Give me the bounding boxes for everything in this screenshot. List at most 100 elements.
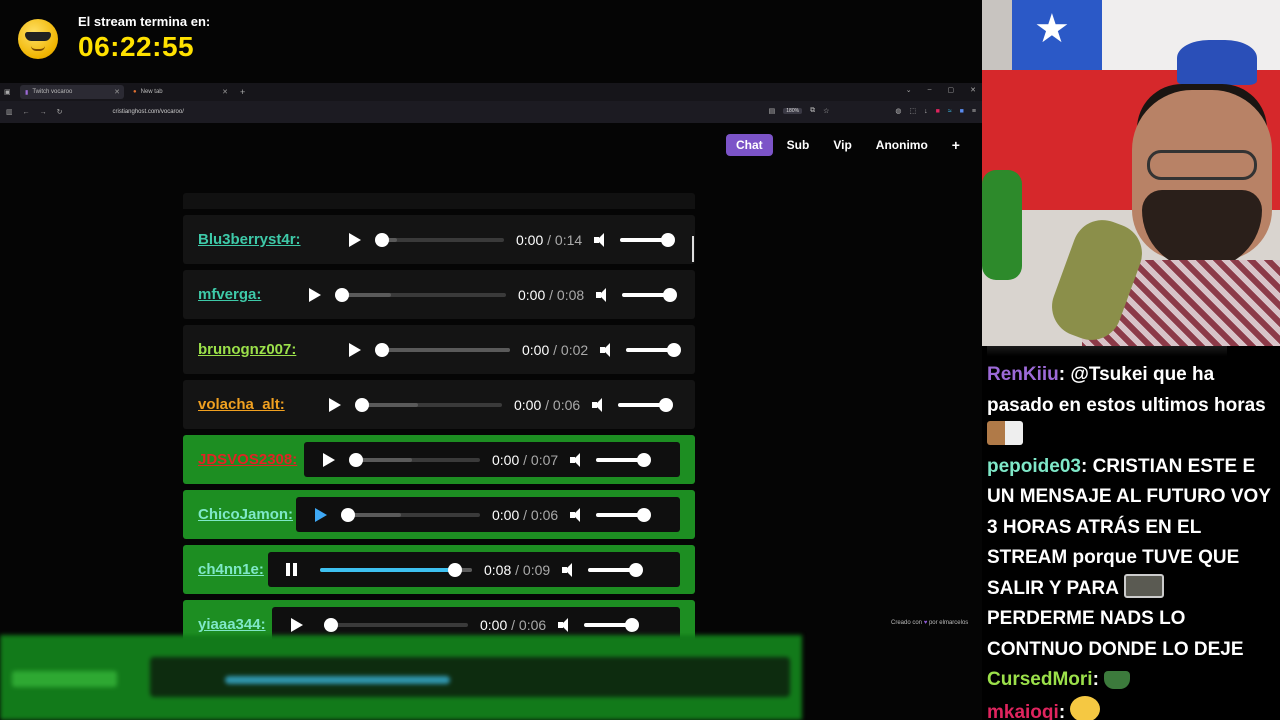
chevron-down-icon[interactable]: ⌄ (906, 86, 912, 94)
volume-handle[interactable] (663, 287, 678, 302)
seek-slider[interactable] (375, 232, 504, 247)
entry-username[interactable]: brunognz007: (198, 341, 296, 358)
close-tab-icon[interactable]: ✕ (222, 88, 228, 96)
chat-username[interactable]: mkaioqi (987, 702, 1059, 720)
seek-handle[interactable] (375, 232, 389, 247)
zoom-level[interactable]: 180% (783, 108, 803, 114)
extension-icon[interactable]: ⬚ (909, 107, 916, 115)
play-icon[interactable] (308, 287, 321, 302)
play-icon[interactable] (328, 397, 341, 412)
new-tab-icon[interactable]: + (240, 87, 245, 97)
entry-username[interactable]: mfverga: (198, 286, 261, 303)
translate-icon[interactable]: ⧉ (810, 107, 815, 115)
chat-username[interactable]: pepoide03 (987, 456, 1081, 477)
seek-slider[interactable] (320, 562, 472, 577)
seek-slider[interactable] (324, 617, 468, 632)
close-window-icon[interactable]: ✕ (970, 86, 976, 94)
seek-slider[interactable] (335, 287, 506, 302)
seek-handle[interactable] (355, 397, 369, 412)
reload-icon[interactable]: ↻ (57, 108, 63, 116)
current-time: 0:00 (480, 616, 508, 633)
entry-username[interactable]: volacha_alt: (198, 396, 285, 413)
entry-username[interactable]: ch4nn1e: (198, 561, 264, 578)
time-readout: 0:00 / 0:08 (518, 286, 585, 303)
seek-slider[interactable] (375, 342, 510, 357)
minimize-icon[interactable]: – (928, 86, 932, 94)
volume-icon[interactable] (594, 232, 608, 247)
entry-username[interactable]: ChicoJamon: (198, 506, 293, 523)
time-readout: 0:00 / 0:06 (492, 506, 559, 523)
bookmark-star-icon[interactable]: ☆ (823, 107, 829, 115)
menu-icon[interactable]: ≡ (972, 108, 976, 115)
seek-handle[interactable] (341, 507, 355, 522)
volume-handle[interactable] (667, 342, 682, 357)
forward-icon[interactable]: → (40, 109, 47, 116)
filter-anonimo[interactable]: Anonimo (866, 134, 938, 156)
seek-handle[interactable] (335, 287, 349, 302)
volume-slider[interactable] (622, 287, 678, 302)
sidebar-icon[interactable]: ▥ (6, 108, 13, 116)
filter-vip[interactable]: Vip (823, 134, 861, 156)
volume-handle[interactable] (629, 562, 644, 577)
volume-slider[interactable] (626, 342, 682, 357)
close-tab-icon[interactable]: ✕ (114, 88, 120, 96)
filter-add-button[interactable]: + (942, 134, 970, 156)
tab-list-icon[interactable]: ▣ (4, 88, 16, 96)
volume-icon[interactable] (570, 507, 584, 522)
volume-handle[interactable] (625, 617, 640, 632)
volume-slider[interactable] (618, 397, 674, 412)
volume-slider[interactable] (620, 232, 676, 247)
filter-sub[interactable]: Sub (777, 134, 820, 156)
volume-slider[interactable] (588, 562, 644, 577)
seek-slider[interactable] (349, 452, 480, 467)
extension-blue-icon[interactable]: ■ (960, 108, 964, 115)
volume-icon[interactable] (592, 397, 606, 412)
shield-icon[interactable]: ◍ (895, 107, 901, 115)
tab-twitch-vocaroo[interactable]: ▮ Twitch vocaroo ✕ (20, 85, 124, 99)
back-icon[interactable]: ← (23, 109, 30, 116)
chat-username[interactable]: RenKiiu (987, 364, 1059, 385)
audio-player: 0:00 / 0:02 (330, 332, 682, 367)
seek-handle[interactable] (375, 342, 389, 357)
entry-username[interactable]: JDSVOS2308: (198, 451, 297, 468)
seek-handle[interactable] (324, 617, 339, 632)
pause-icon[interactable] (286, 563, 298, 576)
play-icon[interactable] (290, 617, 303, 632)
filter-chat[interactable]: Chat (726, 134, 773, 156)
cat-emote-icon (987, 421, 1023, 445)
volume-slider[interactable] (596, 507, 652, 522)
seek-slider[interactable] (355, 397, 502, 412)
reader-view-icon[interactable]: ▤ (769, 107, 776, 115)
maximize-icon[interactable]: ▢ (948, 86, 955, 94)
play-icon[interactable] (348, 232, 361, 247)
volume-icon[interactable] (558, 617, 572, 632)
chat-text: PERDERME NADS LO CONTNUO DONDE LO DEJE (987, 608, 1244, 660)
tab-label: Twitch vocaroo (32, 89, 73, 95)
seek-slider[interactable] (341, 507, 480, 522)
play-icon[interactable] (348, 342, 361, 357)
volume-slider[interactable] (584, 617, 640, 632)
scrollbar-thumb[interactable] (692, 236, 694, 262)
download-icon[interactable]: ↓ (924, 108, 928, 115)
play-icon[interactable] (314, 507, 327, 522)
extension-teal-icon[interactable]: ≈ (948, 108, 952, 115)
play-icon[interactable] (322, 452, 335, 467)
volume-icon[interactable] (600, 342, 614, 357)
volume-icon[interactable] (596, 287, 610, 302)
volume-icon[interactable] (570, 452, 584, 467)
volume-handle[interactable] (637, 452, 652, 467)
entry-username[interactable]: Blu3berryst4r: (198, 231, 301, 248)
volume-handle[interactable] (661, 232, 676, 247)
volume-handle[interactable] (659, 397, 674, 412)
time-readout: 0:00 / 0:07 (492, 451, 559, 468)
seek-handle[interactable] (448, 562, 463, 577)
volume-slider[interactable] (596, 452, 652, 467)
seek-handle[interactable] (349, 452, 363, 467)
extension-red-icon[interactable]: ■ (936, 108, 940, 115)
address-input[interactable]: cristianghost.com/vocaroo/ (113, 109, 184, 115)
tab-new-tab[interactable]: ● New tab ✕ (128, 85, 232, 99)
entry-username[interactable]: yiaaa344: (198, 616, 266, 633)
volume-handle[interactable] (637, 507, 652, 522)
chat-username[interactable]: CursedMori (987, 669, 1093, 690)
volume-icon[interactable] (562, 562, 576, 577)
